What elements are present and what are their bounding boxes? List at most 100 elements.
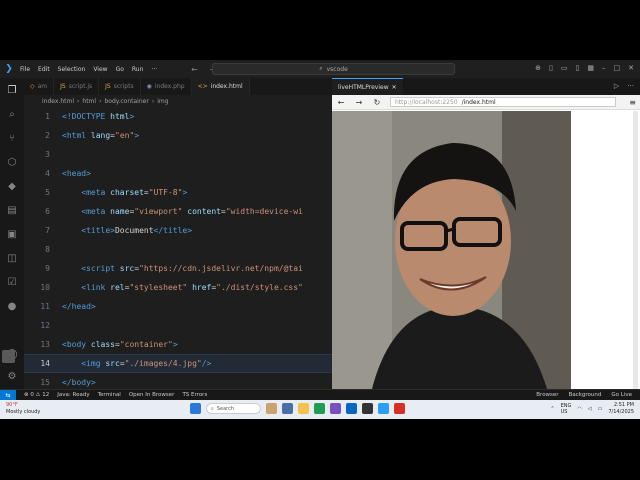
app-icon[interactable] xyxy=(378,403,389,414)
menu-go[interactable]: Go xyxy=(116,66,124,73)
status-open-in-browser[interactable]: Open In Browser xyxy=(129,392,175,398)
code-line[interactable]: 10 <link rel="stylesheet" href="./dist/s… xyxy=(24,278,332,297)
code-line[interactable]: 7 <title>Document</title> xyxy=(24,221,332,240)
widgets-icon[interactable] xyxy=(266,403,277,414)
store-icon[interactable] xyxy=(330,403,341,414)
testing-icon[interactable]: ▣ xyxy=(6,228,18,240)
menu-selection[interactable]: Selection xyxy=(58,66,86,73)
close-icon[interactable]: ✕ xyxy=(392,84,397,91)
taskbar-search[interactable]: ⌕ Search xyxy=(206,403,261,414)
url-path: /index.html xyxy=(461,98,496,106)
status-browser[interactable]: Browser xyxy=(536,392,558,398)
tab-am[interactable]: ◇ am xyxy=(24,78,55,95)
status-java[interactable]: Java: Ready xyxy=(57,392,89,398)
preview-menu-icon[interactable]: ≡ xyxy=(629,98,636,107)
code-token: > xyxy=(182,188,188,197)
code-token: "./dist/style.css" xyxy=(216,283,303,292)
status-go-live[interactable]: Go Live xyxy=(611,392,632,398)
code-line[interactable]: 13 <body class="container"> xyxy=(24,335,332,354)
code-token: > xyxy=(129,112,135,121)
chrome-icon[interactable] xyxy=(394,403,405,414)
maximize-icon[interactable]: □ xyxy=(614,64,621,72)
menu-more[interactable]: ··· xyxy=(151,66,157,73)
status-background[interactable]: Background xyxy=(569,392,602,398)
checklist-icon[interactable]: ☑ xyxy=(6,276,18,288)
minimize-icon[interactable]: – xyxy=(602,64,606,72)
layout-secondary-icon[interactable]: ▯ xyxy=(576,64,580,72)
python-icon[interactable]: ◆ xyxy=(6,180,18,192)
breadcrumb-item[interactable]: body.container xyxy=(104,98,148,105)
close-icon[interactable]: ✕ xyxy=(628,64,634,72)
more-actions-icon[interactable]: ··· xyxy=(627,82,634,90)
status-ts-errors[interactable]: TS Errors xyxy=(182,392,207,398)
forward-arrow-icon[interactable]: → xyxy=(350,98,368,107)
code-line[interactable]: 8 xyxy=(24,240,332,259)
menu-file[interactable]: File xyxy=(20,66,30,73)
vscode-taskbar-icon[interactable] xyxy=(346,403,357,414)
volume-icon[interactable]: ◁ xyxy=(588,406,592,412)
remote-explorer-icon[interactable]: ▤ xyxy=(6,204,18,216)
code-line[interactable]: 4 <head> xyxy=(24,164,332,183)
start-windows-icon[interactable] xyxy=(190,403,201,414)
status-terminal[interactable]: Terminal xyxy=(98,392,121,398)
tab-scripts[interactable]: JS scripts xyxy=(99,78,141,95)
code-line[interactable]: 1 <!DOCTYPE html> xyxy=(24,107,332,126)
code-line[interactable]: 2 <html lang="en"> xyxy=(24,126,332,145)
preview-scrollbar[interactable] xyxy=(633,111,638,389)
back-arrow-icon[interactable]: ← xyxy=(191,65,198,74)
reload-icon[interactable]: ↻ xyxy=(368,98,386,107)
breadcrumb-item[interactable]: index.html xyxy=(42,98,74,105)
weather-widget[interactable]: 90°F Mostly cloudy xyxy=(6,402,40,416)
command-center[interactable]: ⌕ vscode xyxy=(212,63,455,75)
code-line[interactable]: 12 xyxy=(24,316,332,335)
tab-index-html[interactable]: <> index.html xyxy=(191,78,250,95)
battery-icon[interactable]: ▭ xyxy=(598,406,603,412)
terminal-icon[interactable] xyxy=(362,403,373,414)
clock-time: 2:51 PM xyxy=(613,402,634,408)
remote-indicator-icon[interactable]: ⇆ xyxy=(0,389,16,401)
code-line[interactable]: 14 <img src="./images/4.jpg"/> xyxy=(24,354,332,373)
extensions-icon[interactable]: ⬡ xyxy=(6,156,18,168)
wifi-icon[interactable]: ◠ xyxy=(577,406,581,412)
code-line[interactable]: 11 </head> xyxy=(24,297,332,316)
url-input[interactable]: http://localhost:2250 /index.html xyxy=(390,97,616,107)
customize-layout-icon[interactable]: ▦ xyxy=(587,64,594,72)
breadcrumb-item[interactable]: html xyxy=(82,98,96,105)
code-line[interactable]: 3 xyxy=(24,145,332,164)
source-control-icon[interactable]: ⑂ xyxy=(6,132,18,144)
code-token: > xyxy=(172,340,178,349)
tab-script-js[interactable]: JS script.js xyxy=(54,78,100,95)
code-line[interactable]: 5 <meta charset="UTF-8"> xyxy=(24,183,332,202)
layout-sidebar-icon[interactable]: ▯ xyxy=(549,64,553,72)
tab-index-php[interactable]: ◉ index.php xyxy=(141,78,192,95)
edge-browser-icon[interactable] xyxy=(314,403,325,414)
menu-view[interactable]: View xyxy=(93,66,107,73)
search-icon[interactable]: ⌕ xyxy=(6,108,18,120)
tab-live-html-preview[interactable]: liveHTMLPreview ✕ xyxy=(332,78,403,95)
menu-run[interactable]: Run xyxy=(132,66,144,73)
breadcrumb-item[interactable]: img xyxy=(157,98,168,105)
containers-icon[interactable]: ◫ xyxy=(6,252,18,264)
problems-indicator[interactable]: ⊗ 0 ⚠ 12 xyxy=(24,392,49,398)
code-editor[interactable]: 1 <!DOCTYPE html> 2 <html lang="en"> 3 4 <head… xyxy=(24,107,332,389)
explorer-icon[interactable]: ❐ xyxy=(6,84,18,96)
run-icon[interactable]: ▷ xyxy=(614,82,619,90)
task-view-icon[interactable] xyxy=(282,403,293,414)
tray-chevron-icon[interactable]: ⌃ xyxy=(550,406,554,412)
settings-gear-icon[interactable]: ⚙ xyxy=(6,370,18,382)
code-line[interactable]: 15 </body> xyxy=(24,373,332,389)
copilot-icon[interactable]: ⊕ xyxy=(535,64,541,72)
code-line[interactable]: 6 <meta name="viewport" content="width=d… xyxy=(24,202,332,221)
copilot-chat-icon[interactable]: ● xyxy=(6,300,18,312)
back-arrow-icon[interactable]: ← xyxy=(332,98,350,107)
language-indicator[interactable]: ENG US xyxy=(561,403,572,415)
code-token: Document xyxy=(114,226,154,235)
menu-edit[interactable]: Edit xyxy=(38,66,50,73)
clock[interactable]: 2:51 PM 7/14/2025 xyxy=(608,402,634,416)
line-number: 10 xyxy=(40,283,50,292)
code-line[interactable]: 9 <script src="https://cdn.jsdelivr.net/… xyxy=(24,259,332,278)
file-explorer-icon[interactable] xyxy=(298,403,309,414)
layout-panel-icon[interactable]: ▭ xyxy=(561,64,568,72)
preview-nav-bar: ← → ↻ http://localhost:2250 /index.html … xyxy=(332,95,640,110)
